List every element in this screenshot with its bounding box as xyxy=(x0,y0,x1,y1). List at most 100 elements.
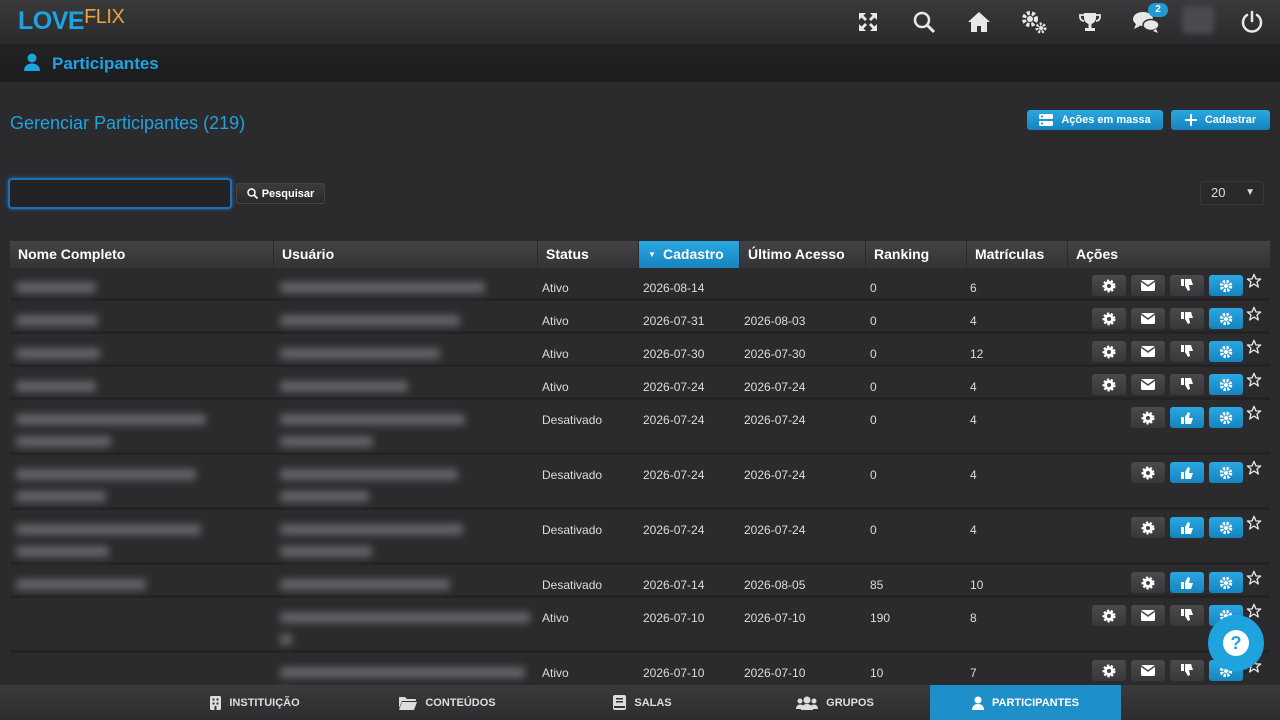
search-button[interactable]: Pesquisar xyxy=(236,183,325,204)
col-usuario[interactable]: Usuário xyxy=(274,241,538,268)
settings-button[interactable] xyxy=(1209,572,1243,593)
status: Desativado xyxy=(542,523,603,537)
thumbs-up-button[interactable] xyxy=(1170,572,1204,593)
nav-instituicao[interactable]: INSTITUIÇÃO xyxy=(160,685,350,720)
cadastro-date: 2026-07-10 xyxy=(643,611,705,625)
nav-conteudos[interactable]: CONTEÚDOS xyxy=(350,685,545,720)
chevron-down-icon: ▼ xyxy=(1245,187,1255,198)
approve-button[interactable] xyxy=(1131,517,1165,538)
col-nome-completo[interactable]: Nome Completo xyxy=(10,241,274,268)
thumbs-up-button[interactable] xyxy=(1170,407,1204,428)
approve-icon xyxy=(1141,521,1155,534)
col-matriculas[interactable]: Matrículas xyxy=(967,241,1068,268)
col-status[interactable]: Status xyxy=(538,241,639,268)
home-icon[interactable] xyxy=(963,6,995,38)
star-icon[interactable] xyxy=(1246,339,1262,360)
table-row: Desativado 2026-07-24 2026-07-24 0 4 xyxy=(10,458,1270,510)
chat-icon[interactable]: 2 xyxy=(1130,3,1168,38)
star-icon[interactable] xyxy=(1246,306,1262,327)
help-button[interactable]: ? xyxy=(1208,615,1264,671)
enrollments-value: 4 xyxy=(970,523,977,537)
blurred-name xyxy=(16,414,206,425)
thumbs-down-button[interactable] xyxy=(1170,605,1204,626)
thumbs-up-icon xyxy=(1180,412,1193,424)
status: Ativo xyxy=(542,347,569,361)
col-ranking[interactable]: Ranking xyxy=(866,241,967,268)
trophy-icon[interactable] xyxy=(1074,6,1106,38)
blurred-name xyxy=(16,436,111,447)
thumbs-down-button[interactable] xyxy=(1170,660,1204,681)
blurred-username xyxy=(280,612,530,623)
settings-button[interactable] xyxy=(1209,517,1243,538)
star-icon[interactable] xyxy=(1246,405,1262,426)
thumbs-down-button[interactable] xyxy=(1170,341,1204,362)
mail-button[interactable] xyxy=(1131,308,1165,329)
register-label: Cadastrar xyxy=(1204,114,1257,126)
mail-button[interactable] xyxy=(1131,374,1165,395)
settings-button[interactable] xyxy=(1209,308,1243,329)
fullscreen-icon[interactable] xyxy=(852,6,884,38)
star-icon[interactable] xyxy=(1246,515,1262,536)
settings-button[interactable] xyxy=(1209,275,1243,296)
mail-button[interactable] xyxy=(1131,605,1165,626)
blurred-username xyxy=(280,546,372,557)
table-row: Ativo 2026-08-14 0 6 xyxy=(10,271,1270,301)
mail-button[interactable] xyxy=(1131,341,1165,362)
power-icon[interactable] xyxy=(1236,6,1268,38)
settings-button[interactable] xyxy=(1209,407,1243,428)
approve-button[interactable] xyxy=(1092,308,1126,329)
star-icon[interactable] xyxy=(1246,372,1262,393)
avatar[interactable] xyxy=(1182,6,1214,34)
register-button[interactable]: Cadastrar xyxy=(1171,110,1270,130)
approve-button[interactable] xyxy=(1092,660,1126,681)
approve-button[interactable] xyxy=(1131,407,1165,428)
last-access-date: 2026-07-24 xyxy=(744,380,806,394)
last-access-date: 2026-07-10 xyxy=(744,611,806,625)
status: Desativado xyxy=(542,578,603,592)
settings-button[interactable] xyxy=(1209,374,1243,395)
logo-flix: FLIX xyxy=(84,6,125,28)
app-logo[interactable]: LOVEFLIX xyxy=(18,6,125,36)
thumbs-down-icon xyxy=(1180,279,1193,291)
blurred-name xyxy=(16,579,146,590)
thumbs-up-icon xyxy=(1180,522,1193,534)
nav-grupos[interactable]: GRUPOS xyxy=(740,685,930,720)
search-input[interactable] xyxy=(8,178,232,209)
thumbs-down-button[interactable] xyxy=(1170,275,1204,296)
enrollments-value: 12 xyxy=(970,347,984,361)
mail-icon xyxy=(1141,379,1155,390)
blurred-username xyxy=(280,469,458,480)
blurred-username xyxy=(280,667,525,678)
ranking-value: 0 xyxy=(870,523,877,537)
star-icon[interactable] xyxy=(1246,460,1262,481)
col-ultimo-acesso[interactable]: Último Acesso xyxy=(740,241,866,268)
approve-button[interactable] xyxy=(1131,572,1165,593)
settings-button[interactable] xyxy=(1209,341,1243,362)
nav-salas[interactable]: SALAS xyxy=(545,685,740,720)
cadastro-date: 2026-07-30 xyxy=(643,347,705,361)
thumbs-down-button[interactable] xyxy=(1170,374,1204,395)
thumbs-down-icon xyxy=(1180,345,1193,357)
bulk-actions-button[interactable]: Ações em massa xyxy=(1027,110,1163,130)
approve-button[interactable] xyxy=(1092,374,1126,395)
per-page-select[interactable]: 20 ▼ xyxy=(1200,181,1264,205)
search-icon[interactable] xyxy=(908,6,940,38)
thumbs-up-button[interactable] xyxy=(1170,462,1204,483)
thumbs-down-button[interactable] xyxy=(1170,308,1204,329)
settings-icon xyxy=(1219,576,1233,589)
blurred-username xyxy=(280,436,373,447)
settings-button[interactable] xyxy=(1209,462,1243,483)
settings-gears-icon[interactable] xyxy=(1018,6,1050,38)
approve-button[interactable] xyxy=(1092,341,1126,362)
approve-button[interactable] xyxy=(1092,275,1126,296)
star-icon[interactable] xyxy=(1246,570,1262,591)
star-icon[interactable] xyxy=(1246,273,1262,294)
approve-button[interactable] xyxy=(1092,605,1126,626)
col-cadastro[interactable]: ▼ Cadastro xyxy=(639,241,740,268)
thumbs-up-button[interactable] xyxy=(1170,517,1204,538)
mail-button[interactable] xyxy=(1131,275,1165,296)
mail-icon xyxy=(1141,665,1155,676)
approve-button[interactable] xyxy=(1131,462,1165,483)
nav-participantes[interactable]: PARTICIPANTES xyxy=(930,685,1121,720)
mail-button[interactable] xyxy=(1131,660,1165,681)
